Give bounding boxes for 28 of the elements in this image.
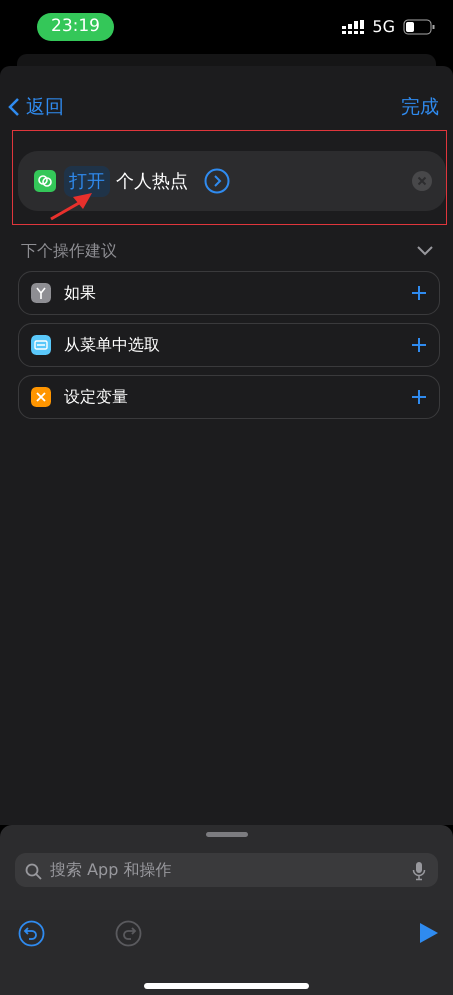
- verb-token[interactable]: 打开: [64, 166, 110, 196]
- undo-icon[interactable]: [18, 920, 45, 947]
- add-icon[interactable]: [411, 337, 427, 353]
- microphone-icon[interactable]: [412, 860, 426, 881]
- suggestion-row[interactable]: 如果: [18, 271, 440, 315]
- suggestion-row[interactable]: 从菜单中选取: [18, 323, 440, 367]
- chevron-circle-icon[interactable]: [204, 168, 230, 194]
- network-label: 5G: [372, 16, 395, 38]
- suggestion-label: 设定变量: [64, 386, 129, 408]
- play-icon[interactable]: [419, 922, 439, 944]
- suggestion-label: 从菜单中选取: [64, 334, 161, 356]
- section-title: 下个操作建议: [21, 240, 117, 262]
- arrow-annotation: [49, 191, 93, 221]
- status-time: 23:19: [37, 13, 114, 41]
- battery-icon: [403, 19, 435, 35]
- add-icon[interactable]: [411, 389, 427, 405]
- hotspot-icon: [34, 170, 56, 192]
- action-target: 个人热点: [116, 170, 188, 194]
- done-button[interactable]: 完成: [401, 92, 439, 122]
- back-chevron-icon: [8, 97, 20, 117]
- back-button[interactable]: 返回: [8, 92, 64, 122]
- suggestion-label: 如果: [64, 282, 97, 304]
- signal-icon: [342, 20, 364, 34]
- grabber-handle[interactable]: [206, 832, 248, 837]
- search-field[interactable]: 搜索 App 和操作: [15, 852, 438, 887]
- suggestion-row[interactable]: 设定变量: [18, 375, 440, 419]
- add-icon[interactable]: [411, 285, 427, 301]
- chevron-down-icon[interactable]: [417, 246, 433, 256]
